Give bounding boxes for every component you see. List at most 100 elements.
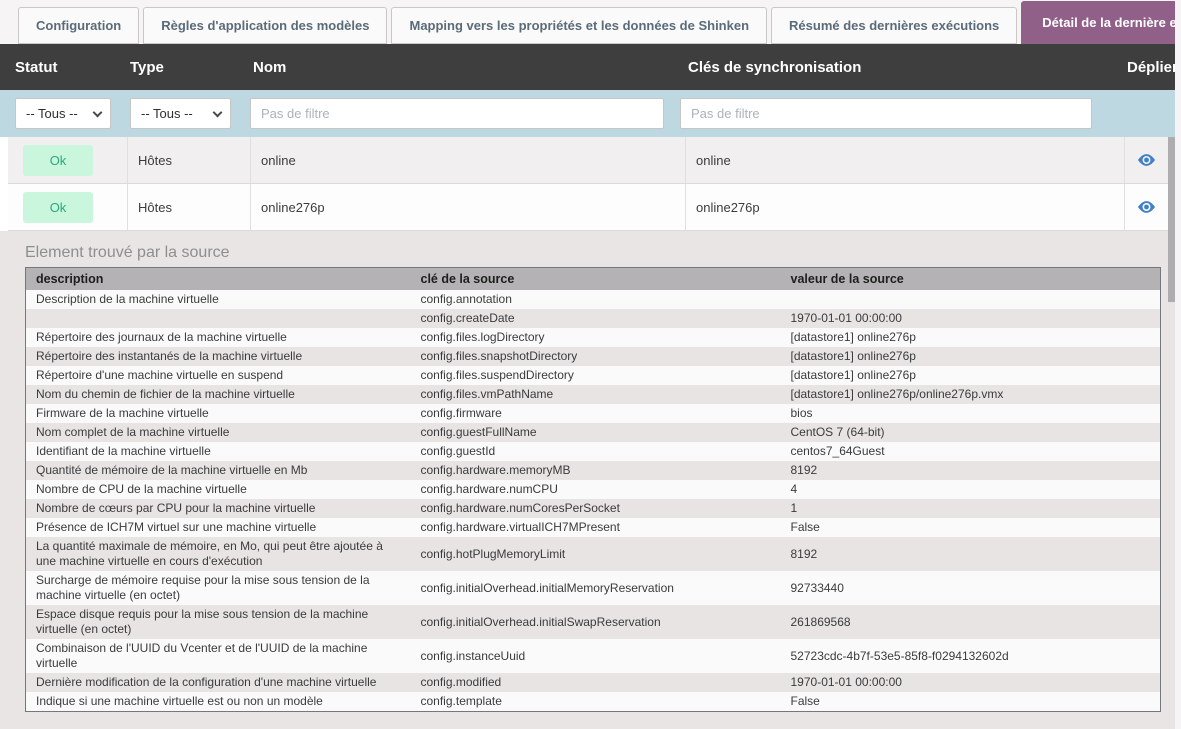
tab-1[interactable]: Règles d'application des modèles bbox=[143, 7, 387, 44]
detail-value-cell: 52723cdc-4b7f-53e5-85f8-f0294132602d bbox=[781, 639, 1161, 673]
detail-value-cell: [datastore1] online276p bbox=[781, 347, 1161, 366]
detail-description-cell: Indique si une machine virtuelle est ou … bbox=[26, 692, 411, 712]
detail-description-cell: Dernière modification de la configuratio… bbox=[26, 673, 411, 692]
detail-row: config.createDate1970-01-01 00:00:00 bbox=[26, 309, 1161, 328]
detail-value-cell: 4 bbox=[781, 480, 1161, 499]
detail-value-cell: 92733440 bbox=[781, 571, 1161, 605]
detail-row: Nombre de cœurs par CPU pour la machine … bbox=[26, 499, 1161, 518]
detail-key-cell: config.files.vmPathName bbox=[411, 385, 781, 404]
detail-key-cell: config.files.snapshotDirectory bbox=[411, 347, 781, 366]
tab-bar: ConfigurationRègles d'application des mo… bbox=[0, 0, 1181, 44]
scrollbar-thumb[interactable] bbox=[1168, 137, 1175, 302]
detail-key-cell: config.initialOverhead.initialMemoryRese… bbox=[411, 571, 781, 605]
detail-description-cell: Firmware de la machine virtuelle bbox=[26, 404, 411, 423]
filter-bar: -- Tous -- -- Tous -- bbox=[0, 90, 1175, 137]
detail-row: Espace disque requis pour la mise sous t… bbox=[26, 605, 1161, 639]
detail-row: Combinaison de l'UUID du Vcenter et de l… bbox=[26, 639, 1161, 673]
detail-row: Description de la machine virtuelleconfi… bbox=[26, 290, 1161, 309]
detail-description-cell: Nom complet de la machine virtuelle bbox=[26, 423, 411, 442]
detail-description-cell: Combinaison de l'UUID du Vcenter et de l… bbox=[26, 639, 411, 673]
tab-3[interactable]: Résumé des dernières exécutions bbox=[771, 7, 1017, 44]
detail-value-cell: 1 bbox=[781, 499, 1161, 518]
detail-description-cell bbox=[26, 309, 411, 328]
detail-row: Répertoire d'une machine virtuelle en su… bbox=[26, 366, 1161, 385]
detail-key-cell: config.modified bbox=[411, 673, 781, 692]
section-heading: Element trouvé par la source bbox=[25, 244, 1175, 262]
detail-value-cell: [datastore1] online276p/online276p.vmx bbox=[781, 385, 1161, 404]
detail-value-cell: CentOS 7 (64-bit) bbox=[781, 423, 1161, 442]
detail-row: Nombre de CPU de la machine virtuellecon… bbox=[26, 480, 1161, 499]
column-header-nom: Nom bbox=[243, 59, 678, 76]
detail-description-cell: Quantité de mémoire de la machine virtue… bbox=[26, 461, 411, 480]
detail-description-cell: Identifiant de la machine virtuelle bbox=[26, 442, 411, 461]
detail-value-cell: 1970-01-01 00:00:00 bbox=[781, 309, 1161, 328]
detail-row: Nom du chemin de fichier de la machine v… bbox=[26, 385, 1161, 404]
sync-key-cell: online bbox=[686, 137, 1125, 183]
deplier-cell bbox=[1125, 137, 1168, 183]
detail-key-cell: config.instanceUuid bbox=[411, 639, 781, 673]
detail-description-cell: Répertoire des journaux de la machine vi… bbox=[26, 328, 411, 347]
detail-description-cell: Nom du chemin de fichier de la machine v… bbox=[26, 385, 411, 404]
detail-row: Répertoire des journaux de la machine vi… bbox=[26, 328, 1161, 347]
detail-value-cell: 261869568 bbox=[781, 605, 1161, 639]
detail-description-cell: Description de la machine virtuelle bbox=[26, 290, 411, 309]
detail-key-cell: config.hotPlugMemoryLimit bbox=[411, 537, 781, 571]
detail-key-cell: config.annotation bbox=[411, 290, 781, 309]
column-header-cles: Clés de synchronisation bbox=[678, 59, 1117, 76]
detail-value-cell: False bbox=[781, 692, 1161, 712]
detail-key-cell: config.hardware.numCoresPerSocket bbox=[411, 499, 781, 518]
detail-description-cell: Nombre de CPU de la machine virtuelle bbox=[26, 480, 411, 499]
detail-description-cell: Espace disque requis pour la mise sous t… bbox=[26, 605, 411, 639]
detail-description-cell: Présence de ICH7M virtuel sur une machin… bbox=[26, 518, 411, 537]
tab-0[interactable]: Configuration bbox=[18, 7, 139, 44]
detail-description-cell: Nombre de cœurs par CPU pour la machine … bbox=[26, 499, 411, 518]
status-badge: Ok bbox=[23, 145, 93, 176]
vertical-scrollbar[interactable] bbox=[1168, 137, 1175, 729]
status-badge: Ok bbox=[23, 192, 93, 223]
detail-description-cell: La quantité maximale de mémoire, en Mo, … bbox=[26, 537, 411, 571]
detail-key-cell: config.template bbox=[411, 692, 781, 712]
detail-description-cell: Surcharge de mémoire requise pour la mis… bbox=[26, 571, 411, 605]
detail-column-description: description bbox=[26, 268, 411, 291]
detail-row: La quantité maximale de mémoire, en Mo, … bbox=[26, 537, 1161, 571]
name-cell: online bbox=[251, 137, 686, 183]
type-filter-select[interactable]: -- Tous -- bbox=[130, 98, 231, 129]
detail-key-cell: config.hardware.memoryMB bbox=[411, 461, 781, 480]
statut-filter-select[interactable]: -- Tous -- bbox=[15, 98, 111, 129]
tab-4[interactable]: Détail de la dernière exécution [5] bbox=[1021, 1, 1181, 44]
nom-filter-input[interactable] bbox=[250, 98, 664, 129]
statut-cell: Ok bbox=[8, 184, 128, 230]
source-element-table: description clé de la source valeur de l… bbox=[25, 267, 1161, 712]
page-scrollbar-track bbox=[1175, 0, 1181, 729]
deplier-cell bbox=[1125, 184, 1168, 230]
results-rows: OkHôtesonlineonlineOkHôtesonline276ponli… bbox=[8, 137, 1168, 231]
detail-key-cell: config.files.logDirectory bbox=[411, 328, 781, 347]
statut-cell: Ok bbox=[8, 137, 128, 183]
detail-value-cell: [datastore1] online276p bbox=[781, 328, 1161, 347]
detail-value-cell: False bbox=[781, 518, 1161, 537]
view-row-button[interactable] bbox=[1134, 197, 1159, 217]
cles-filter-input[interactable] bbox=[680, 98, 1092, 129]
detail-row: Surcharge de mémoire requise pour la mis… bbox=[26, 571, 1161, 605]
detail-column-source-key: clé de la source bbox=[411, 268, 781, 291]
detail-key-cell: config.hardware.virtualICH7MPresent bbox=[411, 518, 781, 537]
detail-key-cell: config.files.suspendDirectory bbox=[411, 366, 781, 385]
detail-table-header-row: description clé de la source valeur de l… bbox=[26, 268, 1161, 291]
view-row-button[interactable] bbox=[1134, 150, 1159, 170]
column-header-statut: Statut bbox=[0, 59, 120, 76]
detail-description-cell: Répertoire des instantanés de la machine… bbox=[26, 347, 411, 366]
detail-key-cell: config.guestId bbox=[411, 442, 781, 461]
eye-icon bbox=[1138, 154, 1155, 169]
detail-key-cell: config.initialOverhead.initialSwapReserv… bbox=[411, 605, 781, 639]
tab-2[interactable]: Mapping vers les propriétés et les donné… bbox=[391, 7, 767, 44]
type-cell: Hôtes bbox=[128, 184, 251, 230]
name-cell: online276p bbox=[251, 184, 686, 230]
detail-value-cell: 1970-01-01 00:00:00 bbox=[781, 673, 1161, 692]
detail-value-cell bbox=[781, 290, 1161, 309]
detail-row: Répertoire des instantanés de la machine… bbox=[26, 347, 1161, 366]
column-header-type: Type bbox=[120, 59, 243, 76]
detail-row: Dernière modification de la configuratio… bbox=[26, 673, 1161, 692]
detail-column-source-value: valeur de la source bbox=[781, 268, 1161, 291]
type-cell: Hôtes bbox=[128, 137, 251, 183]
detail-key-cell: config.guestFullName bbox=[411, 423, 781, 442]
